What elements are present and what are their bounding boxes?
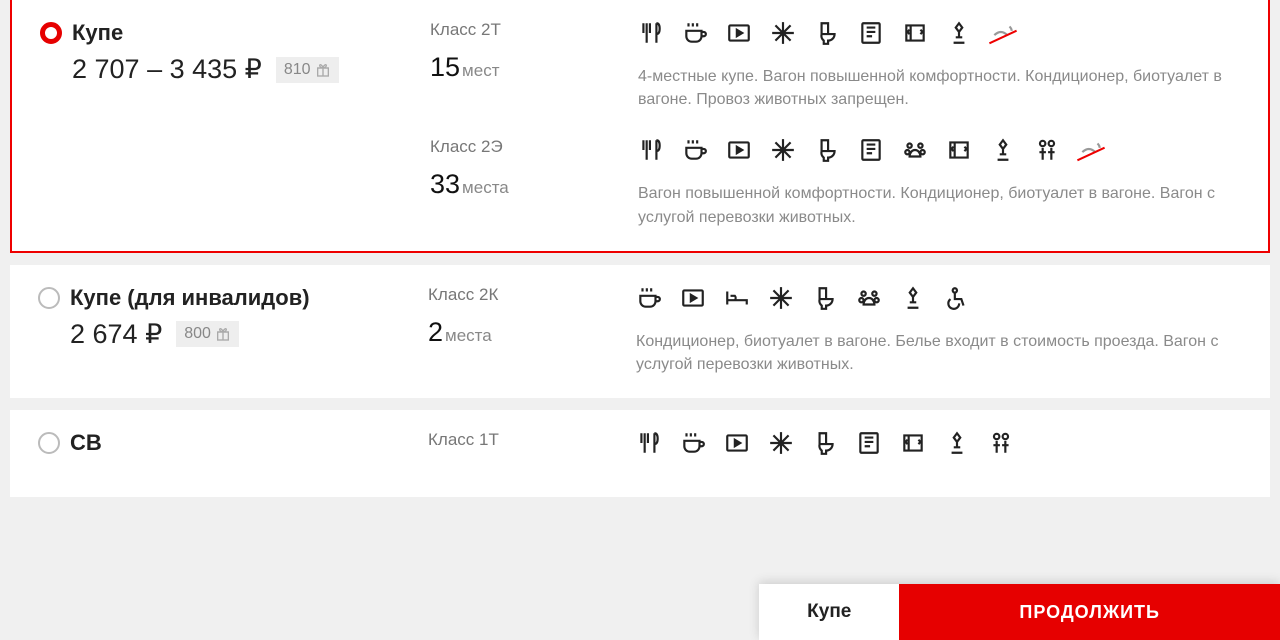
- bed-icon: [990, 137, 1016, 168]
- toilet-icon: [814, 137, 840, 168]
- pets-icon: [856, 285, 882, 316]
- tv-icon: [724, 430, 750, 461]
- bed-icon: [944, 430, 970, 461]
- class-desc: Вагон повышенной комфортности. Кондицион…: [638, 182, 1240, 228]
- cup-icon: [636, 285, 662, 316]
- bottom-bar: Купе ПРОДОЛЖИТЬ: [759, 584, 1280, 640]
- bonus-badge: 810: [276, 57, 339, 83]
- class-name: Класс 1Т: [428, 430, 608, 450]
- radio-sv[interactable]: [38, 432, 60, 454]
- wheelchair-icon: [944, 285, 970, 316]
- people-icon: [988, 430, 1014, 461]
- food-icon: [638, 20, 664, 51]
- press-icon: [858, 20, 884, 51]
- cup-icon: [682, 20, 708, 51]
- tv-icon: [726, 20, 752, 51]
- food-icon: [638, 137, 664, 168]
- amenity-row: [638, 20, 1240, 51]
- ebook-icon: [946, 137, 972, 168]
- fare-title: СВ: [70, 430, 102, 456]
- no-pets-icon: [990, 20, 1016, 51]
- class-name: Класс 2К: [428, 285, 608, 305]
- toilet-icon: [812, 285, 838, 316]
- amenity-row: [636, 285, 1242, 316]
- pets-icon: [902, 137, 928, 168]
- class-name: Класс 2Т: [430, 20, 610, 40]
- class-block-2t[interactable]: Класс 2Т 15мест 4-местные купе. В: [430, 20, 1240, 111]
- bonus-badge: 800: [176, 321, 239, 347]
- class-block-2e[interactable]: Класс 2Э 33места: [430, 137, 1240, 228]
- press-icon: [858, 137, 884, 168]
- class-desc: 4-местные купе. Вагон повышенной комфорт…: [638, 65, 1240, 111]
- cup-icon: [680, 430, 706, 461]
- ac-icon: [768, 285, 794, 316]
- ac-icon: [770, 20, 796, 51]
- ebook-icon: [902, 20, 928, 51]
- sleep-icon: [724, 285, 750, 316]
- radio-kupe-disabled[interactable]: [38, 287, 60, 309]
- fare-title: Купе: [72, 20, 123, 46]
- toilet-icon: [812, 430, 838, 461]
- ac-icon: [768, 430, 794, 461]
- fare-card-kupe-disabled[interactable]: Купе (для инвалидов) 2 674 ₽ 800 Класс 2…: [10, 265, 1270, 398]
- bed-icon: [946, 20, 972, 51]
- bed-icon: [900, 285, 926, 316]
- fare-price: 2 707 – 3 435 ₽: [72, 54, 262, 85]
- amenity-row: [638, 137, 1240, 168]
- ebook-icon: [900, 430, 926, 461]
- fare-title: Купе (для инвалидов): [70, 285, 310, 311]
- ac-icon: [770, 137, 796, 168]
- tv-icon: [726, 137, 752, 168]
- people-icon: [1034, 137, 1060, 168]
- fare-price: 2 674 ₽: [70, 319, 162, 350]
- radio-kupe[interactable]: [40, 22, 62, 44]
- class-block-1t[interactable]: Класс 1Т: [428, 430, 1242, 475]
- amenity-row: [636, 430, 1242, 461]
- gift-icon: [315, 62, 331, 78]
- no-smoking-icon: [1078, 137, 1104, 168]
- fare-card-sv[interactable]: СВ Класс 1Т: [10, 410, 1270, 497]
- class-block-2k[interactable]: Класс 2К 2места Кондиционер, биотуалет в…: [428, 285, 1242, 376]
- continue-button[interactable]: ПРОДОЛЖИТЬ: [899, 584, 1280, 640]
- selected-fare-label: Купе: [759, 584, 899, 640]
- toilet-icon: [814, 20, 840, 51]
- class-desc: Кондиционер, биотуалет в вагоне. Белье в…: [636, 330, 1242, 376]
- press-icon: [856, 430, 882, 461]
- fare-card-kupe[interactable]: Купе 2 707 – 3 435 ₽ 810 Класс 2Т 15мест: [10, 0, 1270, 253]
- cup-icon: [682, 137, 708, 168]
- gift-icon: [215, 326, 231, 342]
- food-icon: [636, 430, 662, 461]
- class-name: Класс 2Э: [430, 137, 610, 157]
- tv-icon: [680, 285, 706, 316]
